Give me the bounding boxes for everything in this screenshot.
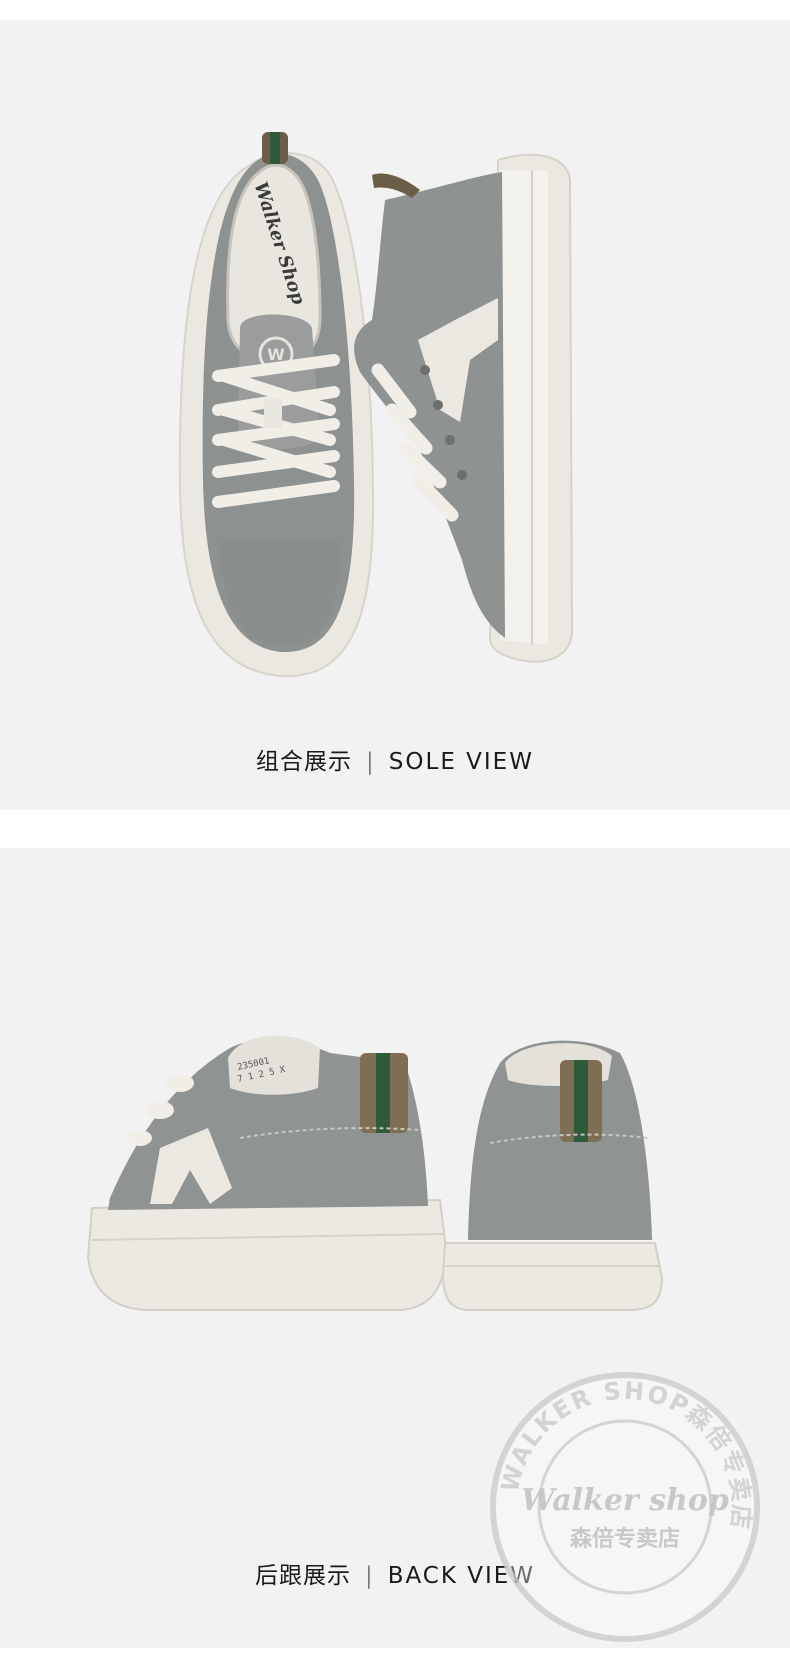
caption-cn: 组合展示 xyxy=(256,749,353,775)
sole-view-panel: W Walker Shop 组合展示 | SOLE VIEW xyxy=(0,20,790,810)
sole-view-caption: 组合展示 | SOLE VIEW xyxy=(0,742,790,776)
side-view-shoe xyxy=(354,153,574,663)
caption-en: SOLE VIEW xyxy=(388,749,534,775)
watermark-brand: Walker shop xyxy=(521,1483,729,1518)
watermark-subtitle: 森倍专卖店 xyxy=(570,1526,680,1552)
caption-divider: | xyxy=(364,1563,374,1589)
caption-divider: | xyxy=(366,749,375,775)
top-view-shoe: W Walker Shop xyxy=(178,132,375,678)
sneaker-pair-top-side-image: W Walker Shop xyxy=(178,132,574,678)
caption-cn: 后跟展示 xyxy=(254,1563,351,1589)
back-view-shoe-rear xyxy=(441,1040,664,1311)
back-view-shoe-front: 235001 7 1 2 5 X xyxy=(86,1035,448,1311)
store-watermark-seal: WALKER SHOP森倍专卖店 Walker shop 森倍专卖店 xyxy=(490,1372,760,1642)
